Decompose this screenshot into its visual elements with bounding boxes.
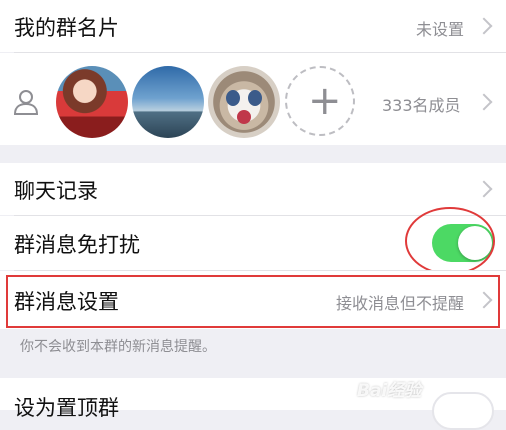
group-card-row[interactable]: 我的群名片 未设置: [0, 0, 506, 52]
cat-eye: [226, 90, 240, 106]
chat-history-label: 聊天记录: [14, 179, 98, 203]
member-avatar[interactable]: [132, 66, 204, 138]
chevron-right-icon: [475, 17, 493, 35]
annotation-rectangle: [6, 275, 500, 328]
members-icon: [13, 90, 39, 115]
pin-row: 设为置顶群: [0, 378, 506, 420]
pin-label: 设为置顶群: [14, 396, 119, 420]
pin-toggle[interactable]: [432, 392, 494, 430]
chat-history-row[interactable]: 聊天记录: [0, 163, 506, 215]
chevron-right-icon: [475, 180, 493, 198]
member-count: 333名成员: [382, 96, 461, 115]
add-member-button[interactable]: +: [285, 66, 355, 136]
group-card-label: 我的群名片: [14, 16, 119, 40]
cat-mouth: [237, 110, 251, 124]
cat-eye: [248, 90, 262, 106]
mute-note: 你不会收到本群的新消息提醒。: [20, 339, 216, 355]
plus-icon: +: [308, 78, 342, 124]
group-card-value: 未设置: [415, 20, 464, 39]
member-avatar[interactable]: [56, 66, 128, 138]
member-avatar[interactable]: [208, 66, 280, 138]
mute-label: 群消息免打扰: [14, 233, 140, 257]
annotation-ellipse: [405, 207, 495, 275]
watermark-logo: Bai经验: [357, 381, 422, 401]
